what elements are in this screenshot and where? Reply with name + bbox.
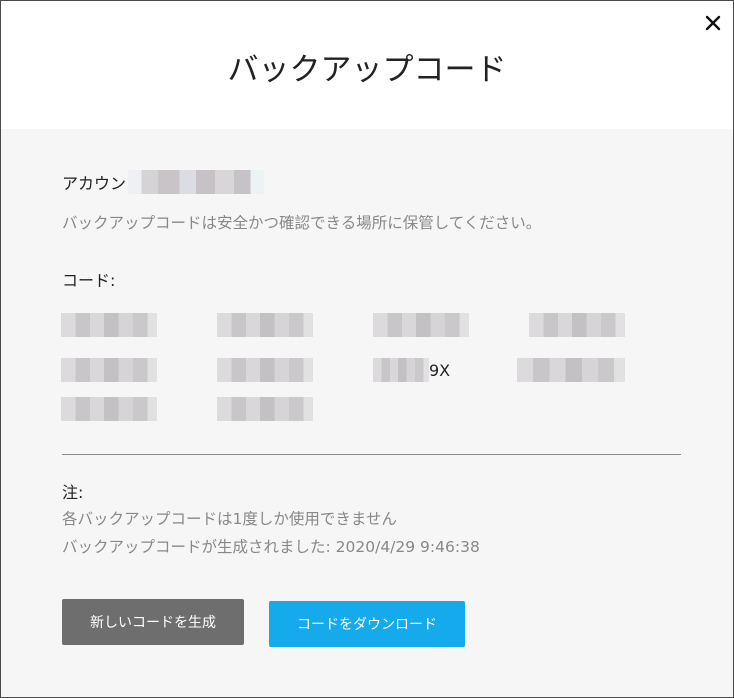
storage-notice: バックアップコードは安全かつ確認できる場所に保管してください。 (62, 214, 542, 232)
note-generated-time: バックアップコードが生成されました: 2020/4/29 9:46:38 (62, 538, 480, 556)
code-redacted (517, 358, 625, 382)
code-redacted (217, 313, 313, 337)
backup-code-item (217, 397, 313, 421)
backup-code-item (217, 358, 313, 382)
code-redacted (529, 313, 625, 337)
code-redacted (217, 397, 313, 421)
code-visible-fragment: 9X (429, 360, 451, 380)
backup-code-item (517, 358, 625, 382)
backup-code-item (217, 313, 313, 337)
code-redacted (61, 397, 157, 421)
code-redacted (373, 313, 469, 337)
notes-heading: 注: (62, 483, 84, 502)
backup-codes-dialog: バックアップコード アカウン バックアップコードは安全かつ確認できる場所に保管し… (0, 0, 734, 698)
codes-label: コード: (62, 271, 116, 290)
backup-code-item: 9X (373, 358, 469, 382)
code-redacted (61, 358, 157, 382)
generate-new-codes-button[interactable]: 新しいコードを生成 (62, 599, 244, 645)
backup-code-item (61, 358, 157, 382)
backup-code-item (61, 313, 157, 337)
backup-code-item (529, 313, 625, 337)
code-redacted (373, 358, 429, 382)
dialog-title: バックアップコード (227, 52, 507, 88)
note-single-use: 各バックアップコードは1度しか使用できません (62, 510, 397, 528)
dialog-header: バックアップコード (1, 1, 733, 129)
close-icon (705, 15, 721, 31)
code-redacted (61, 313, 157, 337)
backup-code-item (373, 313, 469, 337)
download-codes-button[interactable]: コードをダウンロード (269, 601, 465, 647)
code-redacted (217, 358, 313, 382)
dialog-body: アカウン バックアップコードは安全かつ確認できる場所に保管してください。 コード… (1, 129, 733, 697)
close-button[interactable] (701, 11, 725, 35)
account-name-redacted (128, 170, 265, 194)
account-row: アカウン (62, 169, 265, 195)
account-label: アカウン (62, 174, 127, 193)
backup-code-item (61, 397, 157, 421)
divider (62, 454, 681, 455)
